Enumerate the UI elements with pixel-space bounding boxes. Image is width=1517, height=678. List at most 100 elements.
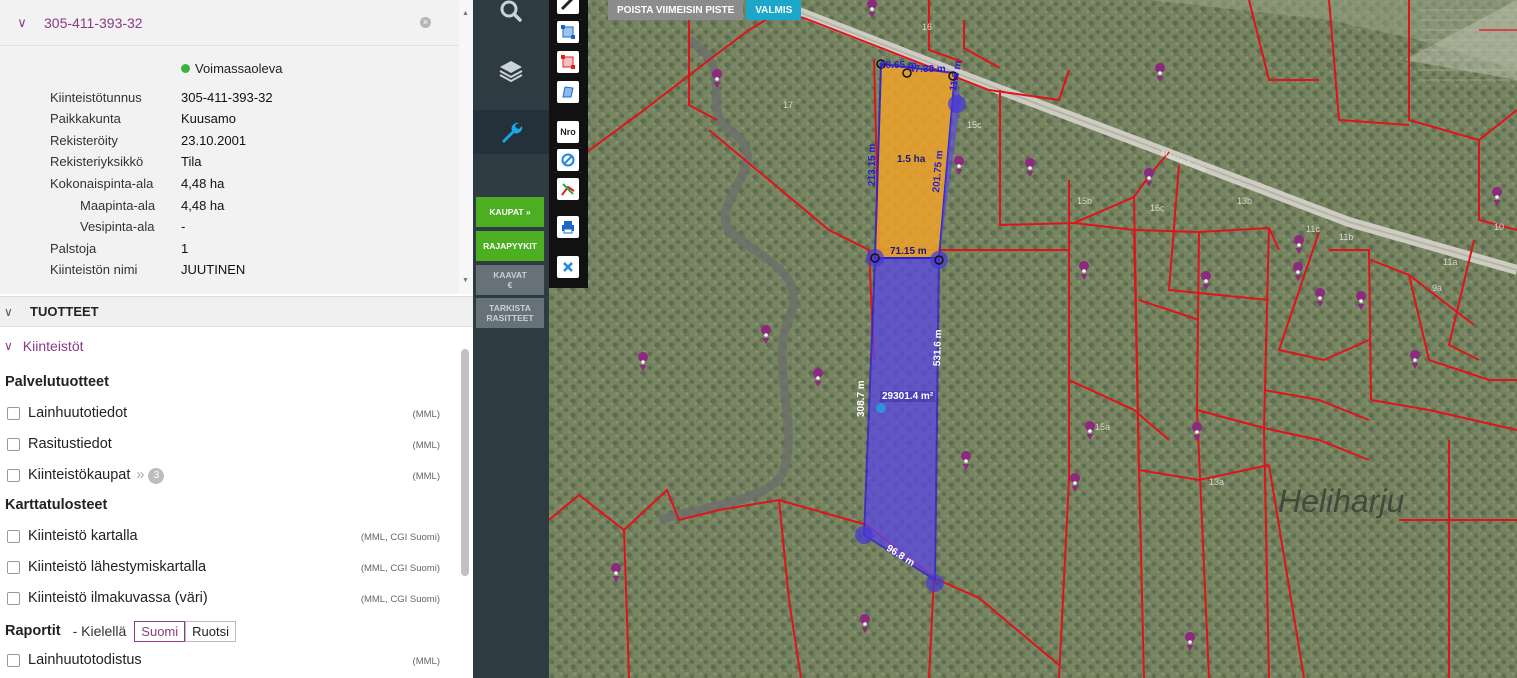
product-checkbox[interactable] [7,654,20,667]
attribute-label: Kokonaispinta-ala [50,176,154,191]
product-name[interactable]: Lainhuutotodistus [28,652,142,668]
map-tool-column: Nro [549,0,588,288]
property-info-panel: ∨ 305-411-393-32 × Voimassaoleva Kiintei… [0,0,459,294]
status-indicator: Voimassaoleva [181,61,282,76]
route-tool[interactable] [557,178,579,200]
products-section-header[interactable]: ∨ TUOTTEET [0,296,473,327]
status-dot-icon [181,64,190,73]
close-icon[interactable]: × [420,17,431,28]
product-checkbox[interactable] [7,530,20,543]
kaupat-label: KAUPAT » [489,207,531,217]
search-button[interactable] [473,0,549,36]
parcel-number-labels: 16 17 15c 15b 16c 13b 11c 11b 11a 10 9a 15a 13a [549,0,1517,678]
language-ruotsi-button[interactable]: Ruotsi [185,620,237,642]
category-kiinteistot[interactable]: ∨ Kiinteistöt [0,338,84,354]
product-name-text: Kiinteistökaupat [28,467,131,483]
product-item: Kiinteistö ilmakuvassa (väri) (MML, CGI S… [0,590,459,610]
attribute-label: Rekisteriyksikkö [50,154,144,169]
attribute-value: 4,48 ha [181,176,225,191]
route-icon [561,183,575,196]
parcel-number: 11c [1306,224,1320,234]
layers-button[interactable] [473,45,549,95]
kaavat-button[interactable]: KAAVAT € [476,265,544,295]
remove-last-point-button[interactable]: POISTA VIIMEISIN PISTE [608,0,744,20]
property-attribute-row: Paikkakunta Kuusamo [0,111,459,129]
select-area-tool[interactable] [557,21,579,43]
parcel-number: 10 [1494,222,1505,232]
no-entry-tool[interactable] [557,149,579,171]
attribute-value: Tila [181,154,202,169]
attribute-label: Maapinta-ala [80,198,156,213]
attribute-label: Kiinteistön nimi [50,262,138,277]
attribute-label: Vesipinta-ala [80,219,155,234]
property-attribute-row: Kokonaispinta-ala 4,48 ha [0,176,459,194]
number-tool[interactable]: Nro [557,121,579,143]
product-source: (MML) [412,440,440,451]
delete-area-tool[interactable] [557,51,579,73]
product-name[interactable]: Kiinteistö ilmakuvassa (väri) [28,590,208,606]
parcel-number: 15b [1077,196,1093,206]
attribute-value: JUUTINEN [181,262,246,277]
product-checkbox[interactable] [7,592,20,605]
place-name-label: Heliharju [1278,483,1405,519]
chevron-down-icon[interactable]: ∨ [0,15,44,31]
tools-button[interactable] [473,110,549,154]
product-item: Kiinteistö lähestymiskartalla (MML, CGI S… [0,559,459,579]
products-scrollbar[interactable] [459,333,473,678]
attribute-label: Kiinteistötunnus [50,90,142,105]
attribute-value: Kuusamo [181,111,236,126]
done-button[interactable]: VALMIS [746,0,802,20]
wrench-icon [502,122,523,143]
expand-arrow-icon[interactable]: » [136,467,144,483]
product-source: (MML, CGI Suomi) [360,594,440,605]
product-checkbox[interactable] [7,469,20,482]
parcel-number: 11a [1443,257,1458,267]
scroll-up-icon[interactable]: ▲ [462,10,469,17]
product-name-text: Lainhuutotiedot [28,405,128,421]
property-attribute-row: Kiinteistön nimi JUUTINEN [0,262,459,280]
product-name-text: Kiinteistö kartalla [28,528,138,544]
product-checkbox[interactable] [7,561,20,574]
kaupat-button[interactable]: KAUPAT » [476,197,544,227]
layers-icon [499,61,523,83]
chevron-down-icon[interactable]: ∨ [4,305,18,319]
product-name[interactable]: Kiinteistö kartalla [28,528,138,544]
property-attribute-row: Maapinta-ala 4,48 ha [0,198,459,216]
product-name[interactable]: Kiinteistökaupat » 3 [28,467,165,484]
kaavat-sub-label: € [507,280,513,290]
info-scrollbar[interactable]: ▲ ▼ [459,0,473,294]
clear-tool[interactable] [557,256,579,278]
print-tool[interactable] [557,216,579,238]
product-name[interactable]: Kiinteistö lähestymiskartalla [28,559,206,575]
close-icon [563,262,573,272]
measure-line-tool[interactable] [557,0,579,14]
kaavat-label: KAAVAT [493,270,527,280]
app-window: ∨ 305-411-393-32 × Voimassaoleva Kiintei… [0,0,1517,678]
attribute-value: 23.10.2001 [181,133,247,148]
product-item: Kiinteistökaupat » 3 (MML) [0,467,459,487]
parcel-number: 17 [783,100,794,110]
property-header[interactable]: ∨ 305-411-393-32 × [0,0,459,46]
forbidden-icon [561,153,575,167]
parcel-number: 13b [1237,196,1253,206]
tarkista-rasitteet-button[interactable]: TARKISTA RASITTEET [476,298,544,328]
property-attribute-row: Rekisteröity 23.10.2001 [0,133,459,151]
map-view[interactable]: 28.65 m 47.38 m 11.6 m 213.15 m 201.75 m… [549,0,1517,678]
parcel-number: 16c [1150,203,1165,213]
product-name[interactable]: Rasitustiedot [28,436,112,452]
product-checkbox[interactable] [7,407,20,420]
property-id-title: 305-411-393-32 [44,14,143,31]
product-name[interactable]: Lainhuutotiedot [28,405,127,421]
ruler-icon [560,0,574,11]
delete-area-icon [561,55,575,69]
draw-polygon-tool[interactable] [557,81,579,103]
product-checkbox[interactable] [7,438,20,451]
chevron-down-icon[interactable]: ∨ [4,339,13,353]
attribute-value: 4,48 ha [181,198,225,213]
scroll-down-icon[interactable]: ▼ [462,277,469,284]
language-suomi-button[interactable]: Suomi [134,620,186,642]
attribute-label: Palstoja [50,241,97,256]
scrollbar-thumb[interactable] [461,349,469,576]
rajapyykit-button[interactable]: RAJAPYYKIT [476,231,544,261]
palvelutuotteet-heading: Palvelutuotteet [5,374,109,390]
